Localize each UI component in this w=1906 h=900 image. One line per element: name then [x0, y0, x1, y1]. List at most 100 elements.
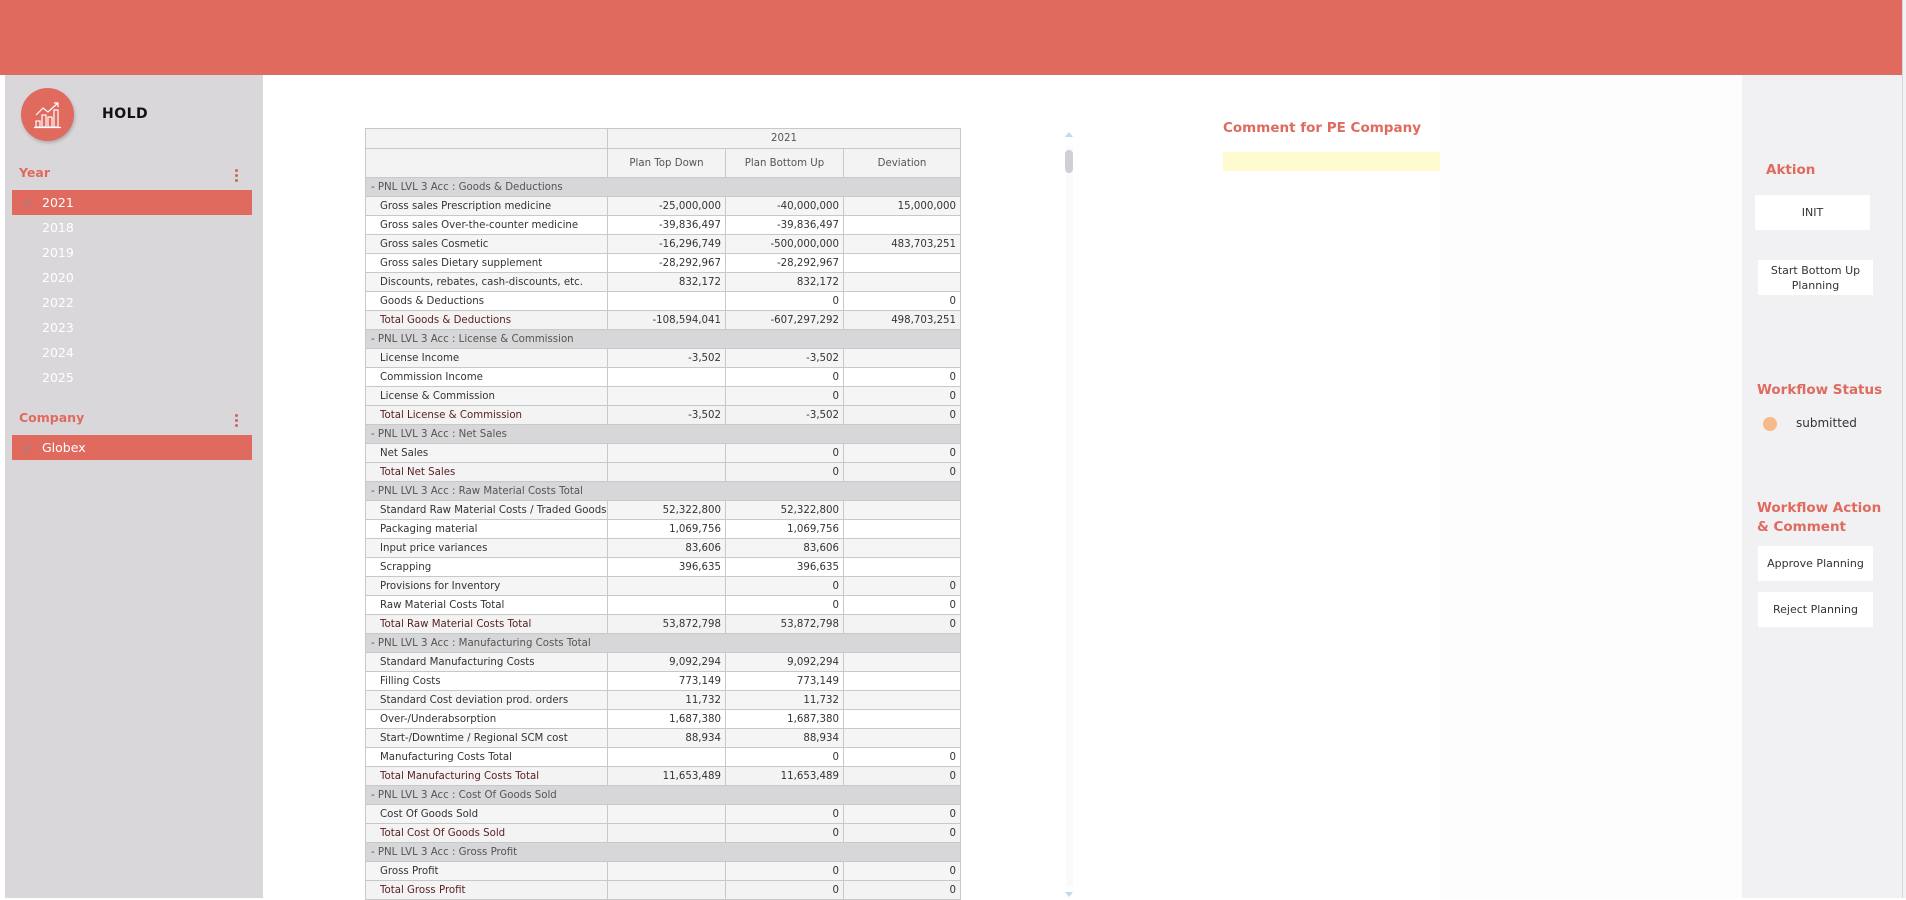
cell-deviation[interactable] — [842, 272, 962, 292]
cell-plan-bottom-up[interactable]: 1,069,756 — [725, 519, 844, 539]
cell-plan-bottom-up[interactable]: 0 — [725, 386, 844, 406]
year-filter-item[interactable]: ✓2020 — [12, 265, 252, 290]
group-header-label[interactable]: - PNL LVL 3 Acc : Raw Material Costs Tot… — [364, 481, 962, 501]
cell-plan-top-down[interactable] — [607, 576, 726, 596]
cell-plan-bottom-up[interactable]: 52,322,800 — [725, 500, 844, 520]
cell-plan-bottom-up[interactable]: 0 — [725, 443, 844, 463]
cell-plan-top-down[interactable]: -25,000,000 — [607, 196, 726, 216]
cell-deviation[interactable] — [842, 500, 962, 520]
group-header-label[interactable]: - PNL LVL 3 Acc : Net Sales — [364, 424, 962, 444]
cell-plan-bottom-up[interactable]: 0 — [725, 595, 844, 615]
cell-plan-bottom-up[interactable]: -40,000,000 — [725, 196, 844, 216]
cell-deviation[interactable]: 0 — [842, 576, 962, 596]
cell-plan-bottom-up[interactable]: -500,000,000 — [725, 234, 844, 254]
cell-deviation[interactable]: 0 — [842, 880, 962, 900]
cell-plan-top-down[interactable]: 396,635 — [607, 557, 726, 577]
company-filter-item[interactable]: ✓ Globex — [12, 435, 252, 460]
cell-plan-top-down[interactable]: -39,836,497 — [607, 215, 726, 235]
cell-deviation[interactable]: 483,703,251 — [842, 234, 962, 254]
cell-plan-top-down[interactable] — [607, 880, 726, 900]
year-filter-menu-icon[interactable] — [234, 169, 238, 182]
cell-plan-top-down[interactable]: -108,594,041 — [607, 310, 726, 330]
cell-deviation[interactable] — [842, 253, 962, 273]
cell-deviation[interactable]: 0 — [842, 291, 962, 311]
cell-plan-top-down[interactable] — [607, 595, 726, 615]
cell-plan-bottom-up[interactable]: 0 — [725, 462, 844, 482]
cell-plan-top-down[interactable] — [607, 804, 726, 824]
cell-deviation[interactable]: 0 — [842, 747, 962, 767]
reject-planning-button[interactable]: Reject Planning — [1758, 592, 1873, 627]
cell-plan-top-down[interactable]: -16,296,749 — [607, 234, 726, 254]
group-header-row[interactable]: - PNL LVL 3 Acc : Raw Material Costs Tot… — [364, 481, 962, 501]
year-filter-item[interactable]: ✓ 2021 — [12, 190, 252, 215]
cell-plan-bottom-up[interactable]: 0 — [725, 804, 844, 824]
cell-deviation[interactable] — [842, 519, 962, 539]
cell-plan-top-down[interactable] — [607, 861, 726, 881]
group-header-row[interactable]: - PNL LVL 3 Acc : Cost Of Goods Sold — [364, 785, 962, 805]
group-header-row[interactable]: - PNL LVL 3 Acc : Goods & Deductions — [364, 177, 962, 197]
cell-deviation[interactable] — [842, 557, 962, 577]
cell-deviation[interactable]: 0 — [842, 386, 962, 406]
cell-deviation[interactable]: 0 — [842, 804, 962, 824]
cell-plan-bottom-up[interactable]: 0 — [725, 880, 844, 900]
group-header-row[interactable]: - PNL LVL 3 Acc : Gross Profit — [364, 842, 962, 862]
cell-deviation[interactable]: 0 — [842, 861, 962, 881]
cell-plan-bottom-up[interactable]: 0 — [725, 576, 844, 596]
cell-plan-bottom-up[interactable]: 396,635 — [725, 557, 844, 577]
group-header-label[interactable]: - PNL LVL 3 Acc : Manufacturing Costs To… — [364, 633, 962, 653]
cell-plan-top-down[interactable] — [607, 367, 726, 387]
scroll-down-arrow-icon[interactable] — [1065, 892, 1073, 897]
cell-plan-top-down[interactable] — [607, 291, 726, 311]
group-header-label[interactable]: - PNL LVL 3 Acc : Gross Profit — [364, 842, 962, 862]
year-filter-item[interactable]: ✓2023 — [12, 315, 252, 340]
comment-input[interactable] — [1223, 152, 1441, 171]
cell-deviation[interactable]: 0 — [842, 367, 962, 387]
approve-planning-button[interactable]: Approve Planning — [1758, 546, 1873, 581]
cell-plan-top-down[interactable] — [607, 823, 726, 843]
cell-plan-top-down[interactable]: 88,934 — [607, 728, 726, 748]
cell-deviation[interactable] — [842, 671, 962, 691]
cell-plan-top-down[interactable]: 1,687,380 — [607, 709, 726, 729]
start-bottom-up-planning-button[interactable]: Start Bottom Up Planning — [1758, 260, 1873, 295]
cell-deviation[interactable]: 0 — [842, 614, 962, 634]
cell-plan-top-down[interactable]: 52,322,800 — [607, 500, 726, 520]
cell-deviation[interactable] — [842, 652, 962, 672]
cell-plan-top-down[interactable]: -3,502 — [607, 405, 726, 425]
cell-plan-bottom-up[interactable]: 832,172 — [725, 272, 844, 292]
cell-plan-bottom-up[interactable]: 0 — [725, 367, 844, 387]
cell-plan-bottom-up[interactable]: 0 — [725, 747, 844, 767]
cell-deviation[interactable]: 498,703,251 — [842, 310, 962, 330]
cell-plan-top-down[interactable]: 11,732 — [607, 690, 726, 710]
cell-plan-bottom-up[interactable]: 53,872,798 — [725, 614, 844, 634]
group-header-row[interactable]: - PNL LVL 3 Acc : Manufacturing Costs To… — [364, 633, 962, 653]
cell-plan-top-down[interactable]: 773,149 — [607, 671, 726, 691]
year-filter-item[interactable]: ✓2022 — [12, 290, 252, 315]
cell-plan-bottom-up[interactable]: 88,934 — [725, 728, 844, 748]
year-filter-item[interactable]: ✓2019 — [12, 240, 252, 265]
cell-deviation[interactable] — [842, 690, 962, 710]
cell-plan-top-down[interactable] — [607, 462, 726, 482]
group-header-label[interactable]: - PNL LVL 3 Acc : Goods & Deductions — [364, 177, 962, 197]
cell-plan-bottom-up[interactable]: 773,149 — [725, 671, 844, 691]
scrollbar-thumb[interactable] — [1065, 150, 1073, 173]
init-button[interactable]: INIT — [1755, 195, 1870, 230]
cell-plan-bottom-up[interactable]: 1,687,380 — [725, 709, 844, 729]
cell-plan-top-down[interactable] — [607, 443, 726, 463]
cell-deviation[interactable]: 0 — [842, 823, 962, 843]
cell-deviation[interactable] — [842, 728, 962, 748]
scrollbar-track[interactable] — [1066, 146, 1073, 886]
cell-plan-top-down[interactable]: 832,172 — [607, 272, 726, 292]
cell-plan-bottom-up[interactable]: 11,653,489 — [725, 766, 844, 786]
cell-plan-top-down[interactable]: -3,502 — [607, 348, 726, 368]
cell-plan-bottom-up[interactable]: 0 — [725, 291, 844, 311]
table-vertical-scrollbar[interactable] — [1062, 130, 1076, 898]
cell-plan-bottom-up[interactable]: -39,836,497 — [725, 215, 844, 235]
cell-plan-top-down[interactable] — [607, 747, 726, 767]
cell-plan-top-down[interactable] — [607, 386, 726, 406]
cell-plan-top-down[interactable]: -28,292,967 — [607, 253, 726, 273]
cell-deviation[interactable]: 0 — [842, 462, 962, 482]
group-header-label[interactable]: - PNL LVL 3 Acc : Cost Of Goods Sold — [364, 785, 962, 805]
cell-plan-top-down[interactable]: 53,872,798 — [607, 614, 726, 634]
cell-plan-bottom-up[interactable]: 0 — [725, 861, 844, 881]
cell-plan-bottom-up[interactable]: -607,297,292 — [725, 310, 844, 330]
